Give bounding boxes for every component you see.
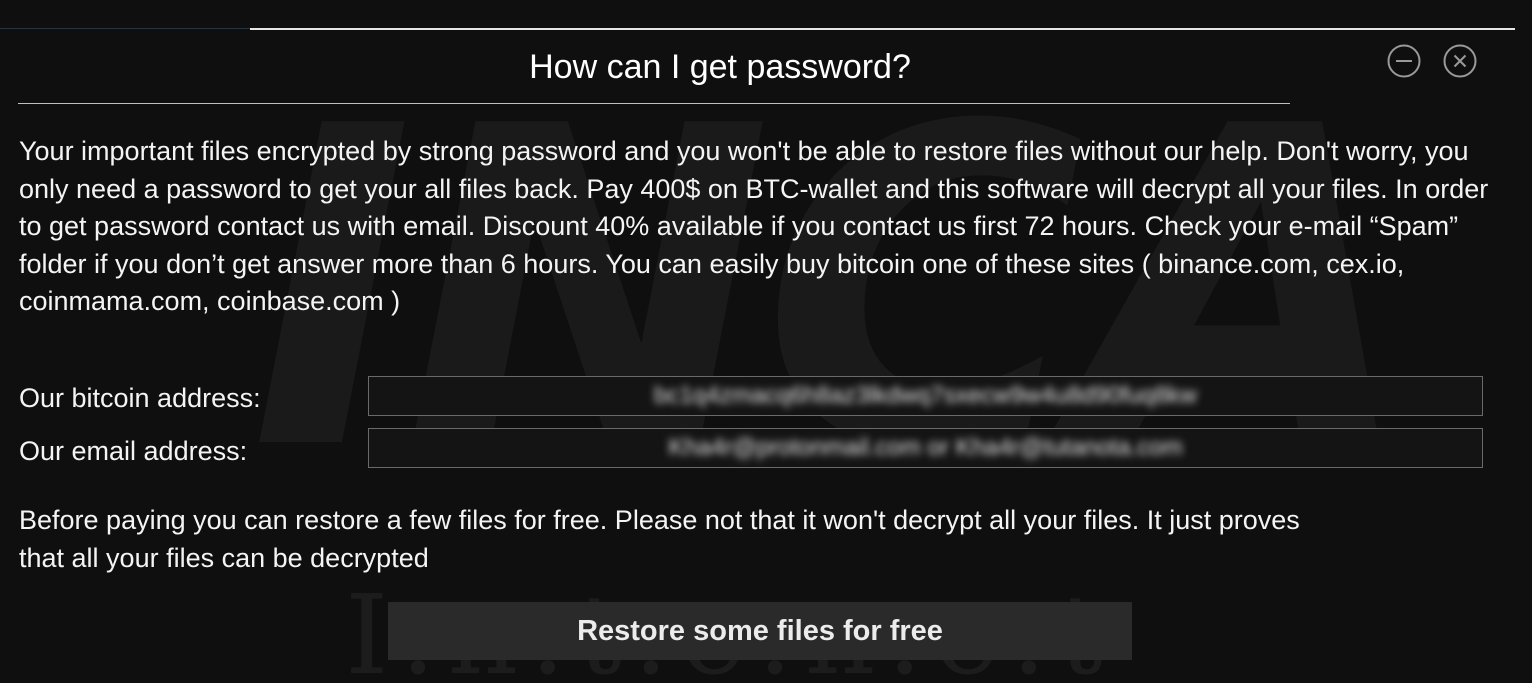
email-address-value: Kha4r@protonmail.com or Kha4r@tutanota.c… [668,434,1183,461]
bitcoin-address-value: bc1q4zmacq6h8az3lkdwq7sxecw9w4u8d90fuq8k… [653,382,1197,409]
title-divider [18,103,1290,104]
ransom-message: Your important files encrypted by strong… [19,136,1489,316]
top-divider [250,28,1515,30]
email-address-label: Our email address: [19,436,248,466]
bitcoin-address-field[interactable]: bc1q4zmacq6h8az3lkdwq7sxecw9w4u8d90fuq8k… [368,376,1483,416]
free-restore-note: Before paying you can restore a few file… [19,505,1300,573]
window-title: How can I get password? [529,48,911,86]
close-button[interactable] [1443,44,1477,78]
close-circle-icon [1443,44,1477,78]
email-address-field[interactable]: Kha4r@protonmail.com or Kha4r@tutanota.c… [368,428,1483,468]
restore-files-button[interactable]: Restore some files for free [388,602,1132,660]
minimize-circle-icon [1387,44,1421,78]
minimize-button[interactable] [1387,44,1421,78]
bitcoin-address-label: Our bitcoin address: [19,383,261,413]
ransom-window: INCA I.n.t.e.n.e.t How can I get passwor… [0,0,1532,683]
top-accent-line [0,28,250,29]
